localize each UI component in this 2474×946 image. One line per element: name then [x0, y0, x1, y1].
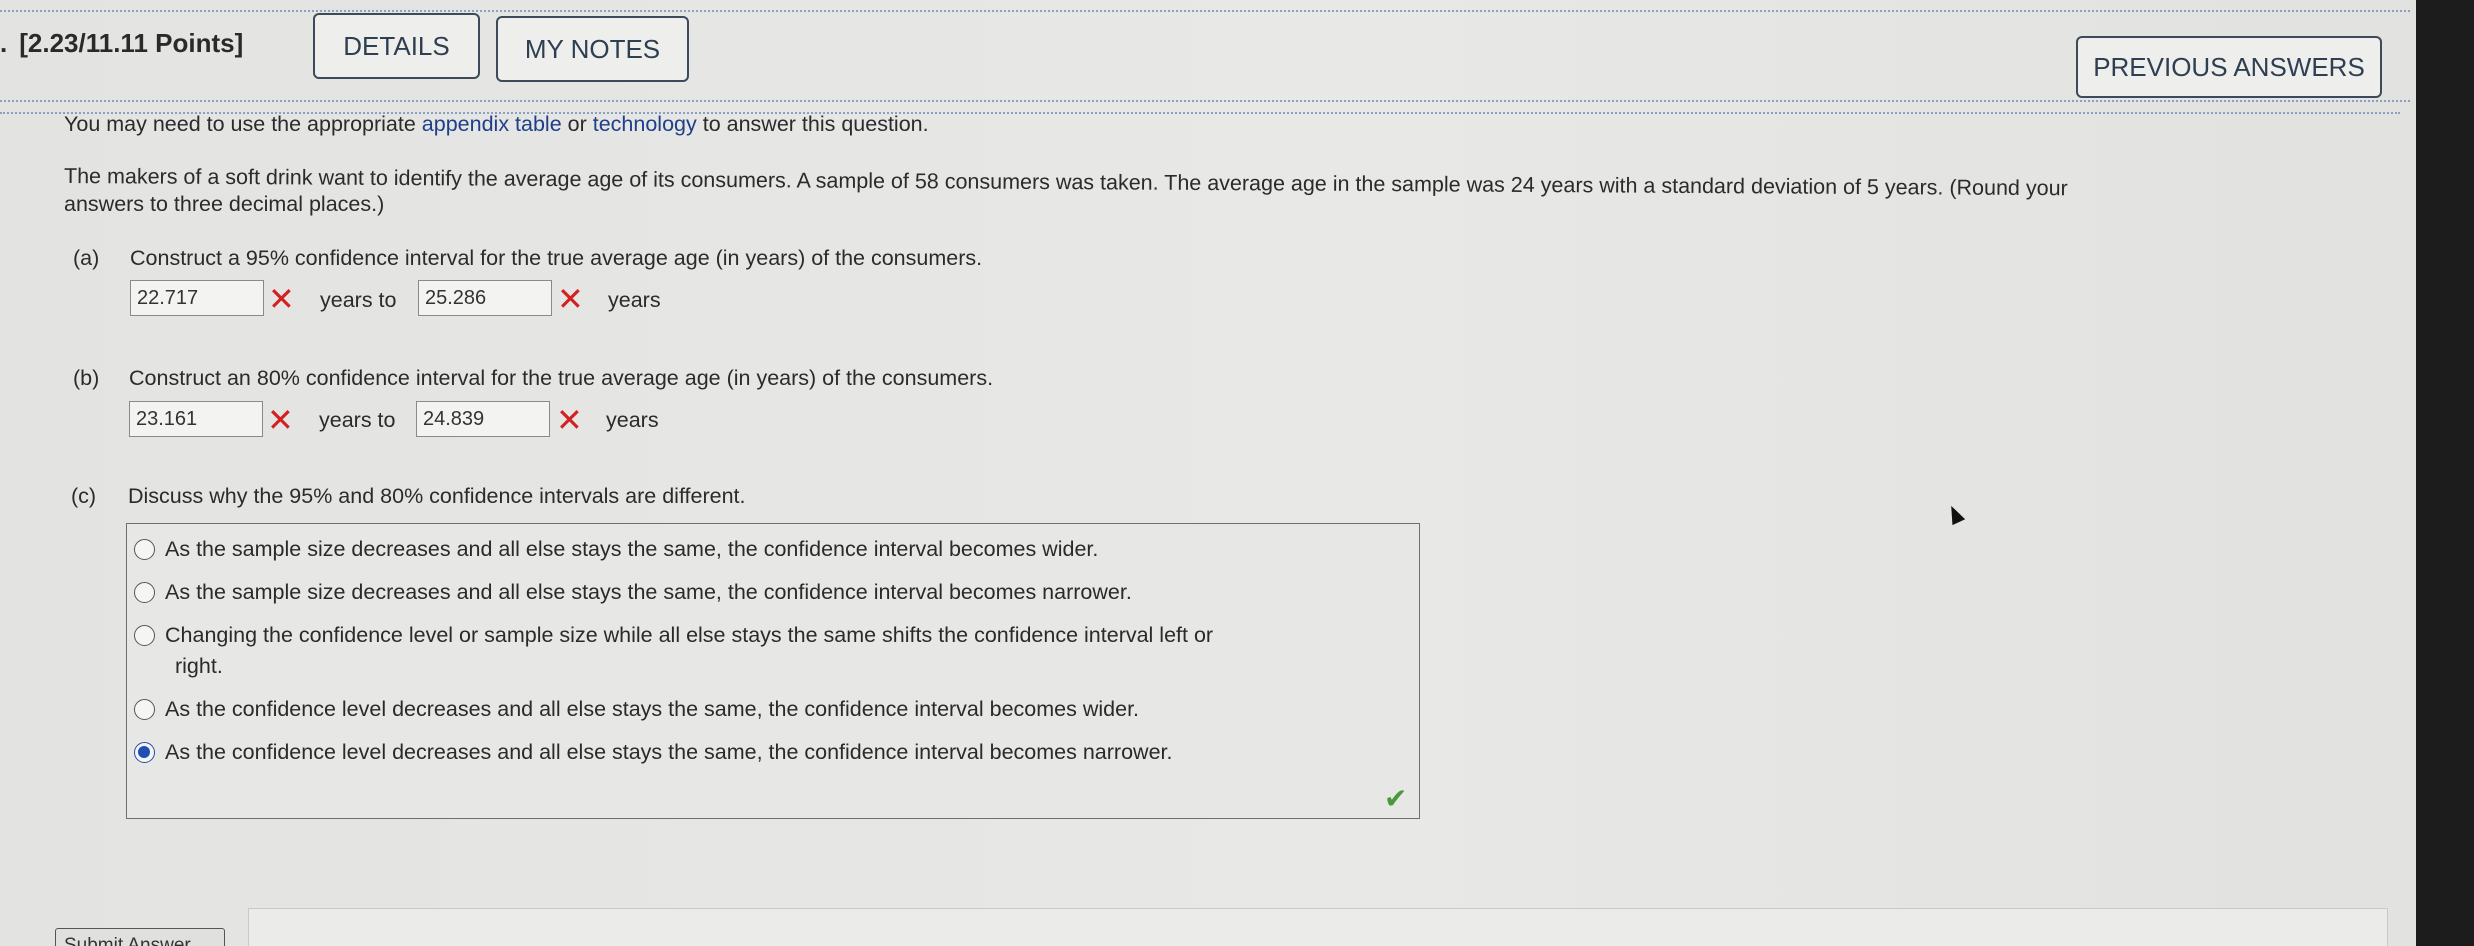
part-b-upper-input[interactable] [416, 401, 550, 437]
part-c-prompt: Discuss why the 95% and 80% confidence i… [128, 484, 746, 508]
option-2-text: As the sample size decreases and all els… [165, 580, 1132, 604]
option-1-text: As the sample size decreases and all els… [165, 537, 1099, 561]
appendix-note-text: You may need to use the appropriate [64, 112, 422, 136]
problem-statement-line1: The makers of a soft drink want to ident… [63, 164, 2068, 201]
option-3[interactable]: Changing the confidence level or sample … [134, 620, 1213, 682]
mouse-cursor-icon [1944, 502, 1966, 526]
x-mark-icon: ✕ [267, 402, 294, 438]
x-mark-icon: ✕ [556, 402, 583, 438]
my-notes-button[interactable]: MY NOTES [496, 16, 689, 82]
option-3-text: Changing the confidence level or sample … [165, 623, 1214, 647]
header-top-dotted-rule [0, 10, 2410, 12]
part-b-label: (b) [73, 366, 100, 390]
part-a-years-to: years to [320, 288, 397, 312]
option-4-text: As the confidence level decreases and al… [165, 697, 1140, 721]
option-3-text-cont: right. [175, 654, 223, 678]
radio-button[interactable] [134, 699, 155, 720]
option-1[interactable]: As the sample size decreases and all els… [134, 534, 1098, 565]
answer-panel [248, 908, 2388, 946]
radio-button[interactable] [134, 582, 155, 603]
option-5-text: As the confidence level decreases and al… [165, 740, 1173, 764]
part-a-prompt: Construct a 95% confidence interval for … [130, 246, 983, 270]
appendix-note-end: to answer this question. [696, 112, 929, 136]
part-b-years: years [606, 408, 659, 432]
x-mark-icon: ✕ [557, 281, 584, 317]
check-mark-icon: ✔ [1384, 783, 1408, 814]
part-b-prompt: Construct an 80% confidence interval for… [129, 366, 994, 390]
appendix-note: You may need to use the appropriate appe… [64, 110, 929, 138]
part-c-label: (c) [71, 484, 97, 508]
option-4[interactable]: As the confidence level decreases and al… [134, 694, 1139, 725]
header-bottom-dotted-rule [0, 100, 2410, 102]
radio-button[interactable] [134, 539, 155, 560]
part-a-years: years [608, 288, 661, 312]
part-a-label: (a) [73, 246, 100, 270]
part-a-lower-input[interactable] [130, 280, 264, 316]
problem-statement-line2: answers to three decimal places.) [64, 192, 385, 216]
previous-answers-button[interactable]: PREVIOUS ANSWERS [2076, 36, 2382, 98]
appendix-note-or: or [561, 112, 593, 136]
technology-link[interactable]: technology [593, 112, 697, 136]
part-a-upper-input[interactable] [418, 280, 552, 316]
part-b-lower-input[interactable] [129, 401, 263, 437]
x-mark-icon: ✕ [268, 281, 295, 317]
part-b-years-to: years to [319, 408, 396, 432]
question-points: . [2.23/11.11 Points] [0, 28, 244, 58]
option-2[interactable]: As the sample size decreases and all els… [134, 577, 1132, 608]
option-5[interactable]: As the confidence level decreases and al… [134, 737, 1172, 768]
appendix-table-link[interactable]: appendix table [422, 112, 562, 136]
submit-answer-button[interactable]: Submit Answer [55, 928, 225, 946]
screen-bezel [2416, 0, 2474, 946]
radio-button-selected[interactable] [134, 742, 155, 763]
radio-button[interactable] [134, 625, 155, 646]
page: . [2.23/11.11 Points] DETAILS MY NOTES PR… [0, 0, 2474, 946]
details-button[interactable]: DETAILS [313, 13, 480, 79]
